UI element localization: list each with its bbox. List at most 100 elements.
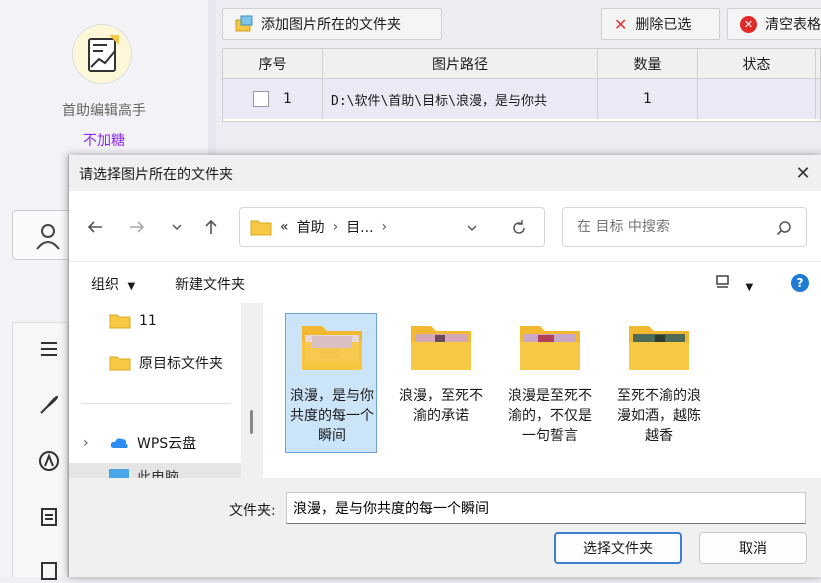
folder-name: 至死不渝的浪漫如酒，越陈越香: [617, 388, 701, 444]
search-box[interactable]: [562, 207, 807, 247]
row-status: [698, 79, 816, 119]
document-icon[interactable]: [37, 505, 61, 529]
recent-locations-button[interactable]: [165, 215, 189, 239]
breadcrumb-item[interactable]: 首助: [297, 217, 325, 237]
refresh-icon[interactable]: [510, 219, 528, 237]
caret-down-icon: ▼: [127, 281, 136, 292]
folder-tile[interactable]: 至死不渝的浪漫如酒，越陈越香: [612, 313, 704, 453]
clear-icon: ✕: [740, 15, 757, 33]
divider: [81, 403, 231, 404]
expand-icon[interactable]: [37, 559, 61, 583]
arrow-left-icon: [87, 221, 102, 233]
view-options-button[interactable]: ▼: [715, 274, 753, 294]
folder-tile[interactable]: 浪漫，是与你共度的每一个瞬间: [285, 313, 377, 453]
nav-item-label: WPS云盘: [137, 436, 197, 452]
select-folder-button[interactable]: 选择文件夹: [554, 532, 682, 564]
folder-name: 浪漫是至死不渝的，不仅是一句誓言: [508, 388, 592, 444]
folder-tile[interactable]: 浪漫，至死不渝的承诺: [394, 313, 486, 453]
clear-table-label: 清空表格: [765, 17, 821, 33]
address-bar[interactable]: « 首助 › 目... ›: [239, 207, 545, 247]
add-folder-label: 添加图片所在的文件夹: [261, 17, 401, 33]
file-list: 浪漫，是与你共度的每一个瞬间 浪漫，至死不渝的承诺 浪漫是至死不渝的，不仅是一句…: [263, 303, 821, 478]
folder-name-input[interactable]: [286, 492, 806, 524]
navigation-bar: « 首助 › 目... ›: [69, 191, 821, 261]
image-table: 序号 图片路径 数量 状态 1 D:\软件\首助\目标\浪漫，是与你共 1: [222, 48, 821, 122]
column-header[interactable]: 数量: [598, 49, 698, 78]
image-folder-icon: [302, 326, 362, 370]
folder-field-label: 文件夹:: [229, 503, 276, 519]
row-count: 1: [598, 79, 698, 119]
nav-item-11[interactable]: 11: [109, 313, 157, 329]
folder-picker-dialog: 请选择图片所在的文件夹 ✕ « 首助 › 目... › 在 目标 中搜索 组织 …: [68, 155, 821, 577]
folder-icon: [250, 220, 272, 236]
chevron-right-icon: ›: [83, 435, 89, 451]
user-icon: [36, 224, 60, 250]
view-icon: [716, 275, 729, 288]
row-index: 1: [283, 91, 292, 107]
up-button[interactable]: [199, 215, 223, 239]
nav-item-label: 此电脑: [137, 470, 179, 478]
chart-icon: [88, 35, 119, 72]
breadcrumb-item[interactable]: 目...: [346, 217, 373, 237]
breadcrumb-separator-icon: ›: [332, 219, 339, 235]
chevron-down-icon: [172, 224, 182, 230]
row-index-cell: 1: [223, 79, 323, 119]
organize-label: 组织: [91, 277, 119, 293]
column-header[interactable]: 状态: [698, 49, 816, 78]
command-bar: 组织 ▼ 新建文件夹 ▼ ?: [69, 261, 821, 303]
folder-icon: [109, 314, 131, 329]
arrow-right-icon: [130, 221, 145, 233]
image-folder-icon: [629, 326, 689, 370]
organize-menu[interactable]: 组织 ▼: [91, 274, 135, 294]
forward-button[interactable]: [125, 215, 149, 239]
folder-icon: [109, 356, 131, 371]
nav-item-label: 原目标文件夹: [139, 356, 223, 372]
dialog-footer: 文件夹: 选择文件夹 取消: [69, 478, 821, 577]
new-folder-button[interactable]: 新建文件夹: [175, 274, 245, 294]
navigation-pane: 11 原目标文件夹 › WPS云盘 此电脑: [69, 303, 241, 478]
search-input[interactable]: [575, 218, 765, 236]
compass-icon[interactable]: [37, 449, 61, 473]
image-folder-icon: [411, 326, 471, 370]
nav-item-label: 11: [139, 313, 157, 329]
delete-selected-label: 删除已选: [635, 17, 692, 33]
column-header[interactable]: 序号: [223, 49, 323, 78]
dialog-title: 请选择图片所在的文件夹: [79, 167, 233, 183]
nav-item-original-folder[interactable]: 原目标文件夹: [109, 353, 223, 373]
folder-name: 浪漫，至死不渝的承诺: [399, 388, 483, 424]
close-button[interactable]: ✕: [791, 161, 815, 185]
side-menu: [12, 322, 68, 580]
row-checkbox[interactable]: [253, 91, 270, 107]
arrow-up-icon: [205, 219, 217, 234]
computer-icon: [109, 469, 129, 478]
nav-item-wps-cloud[interactable]: › WPS云盘: [83, 433, 196, 453]
back-button[interactable]: [83, 215, 107, 239]
help-icon[interactable]: ?: [791, 274, 809, 292]
search-icon[interactable]: [776, 220, 792, 236]
column-header[interactable]: 图片路径: [323, 49, 598, 78]
cloud-icon: [110, 438, 128, 448]
table-header: 序号 图片路径 数量 状态: [223, 49, 820, 79]
nav-scrollbar[interactable]: [250, 410, 253, 434]
clear-table-button[interactable]: ✕ 清空表格: [727, 8, 821, 40]
nav-item-this-pc[interactable]: 此电脑: [69, 463, 241, 478]
caret-down-icon: ▼: [745, 282, 754, 293]
add-folder-button[interactable]: 添加图片所在的文件夹: [222, 8, 442, 40]
image-folder-icon: [235, 15, 253, 32]
address-prefix: «: [280, 219, 289, 235]
delete-icon: ✕: [614, 14, 628, 34]
chevron-down-icon[interactable]: [465, 221, 479, 235]
close-icon: ✕: [795, 162, 811, 184]
app-name: 首助编辑高手: [62, 103, 146, 119]
brush-icon[interactable]: [37, 393, 61, 417]
image-folder-icon: [520, 326, 580, 370]
app-subtitle[interactable]: 不加糖: [0, 130, 208, 150]
folder-name: 浪漫，是与你共度的每一个瞬间: [290, 388, 374, 444]
delete-selected-button[interactable]: ✕ 删除已选: [601, 8, 720, 40]
cancel-button[interactable]: 取消: [699, 532, 807, 564]
folder-tile[interactable]: 浪漫是至死不渝的，不仅是一句誓言: [503, 313, 595, 453]
row-path: D:\软件\首助\目标\浪漫，是与你共: [323, 79, 598, 119]
menu-icon[interactable]: [37, 337, 61, 361]
app-logo: [72, 24, 132, 84]
table-row[interactable]: 1 D:\软件\首助\目标\浪漫，是与你共 1: [223, 79, 820, 119]
